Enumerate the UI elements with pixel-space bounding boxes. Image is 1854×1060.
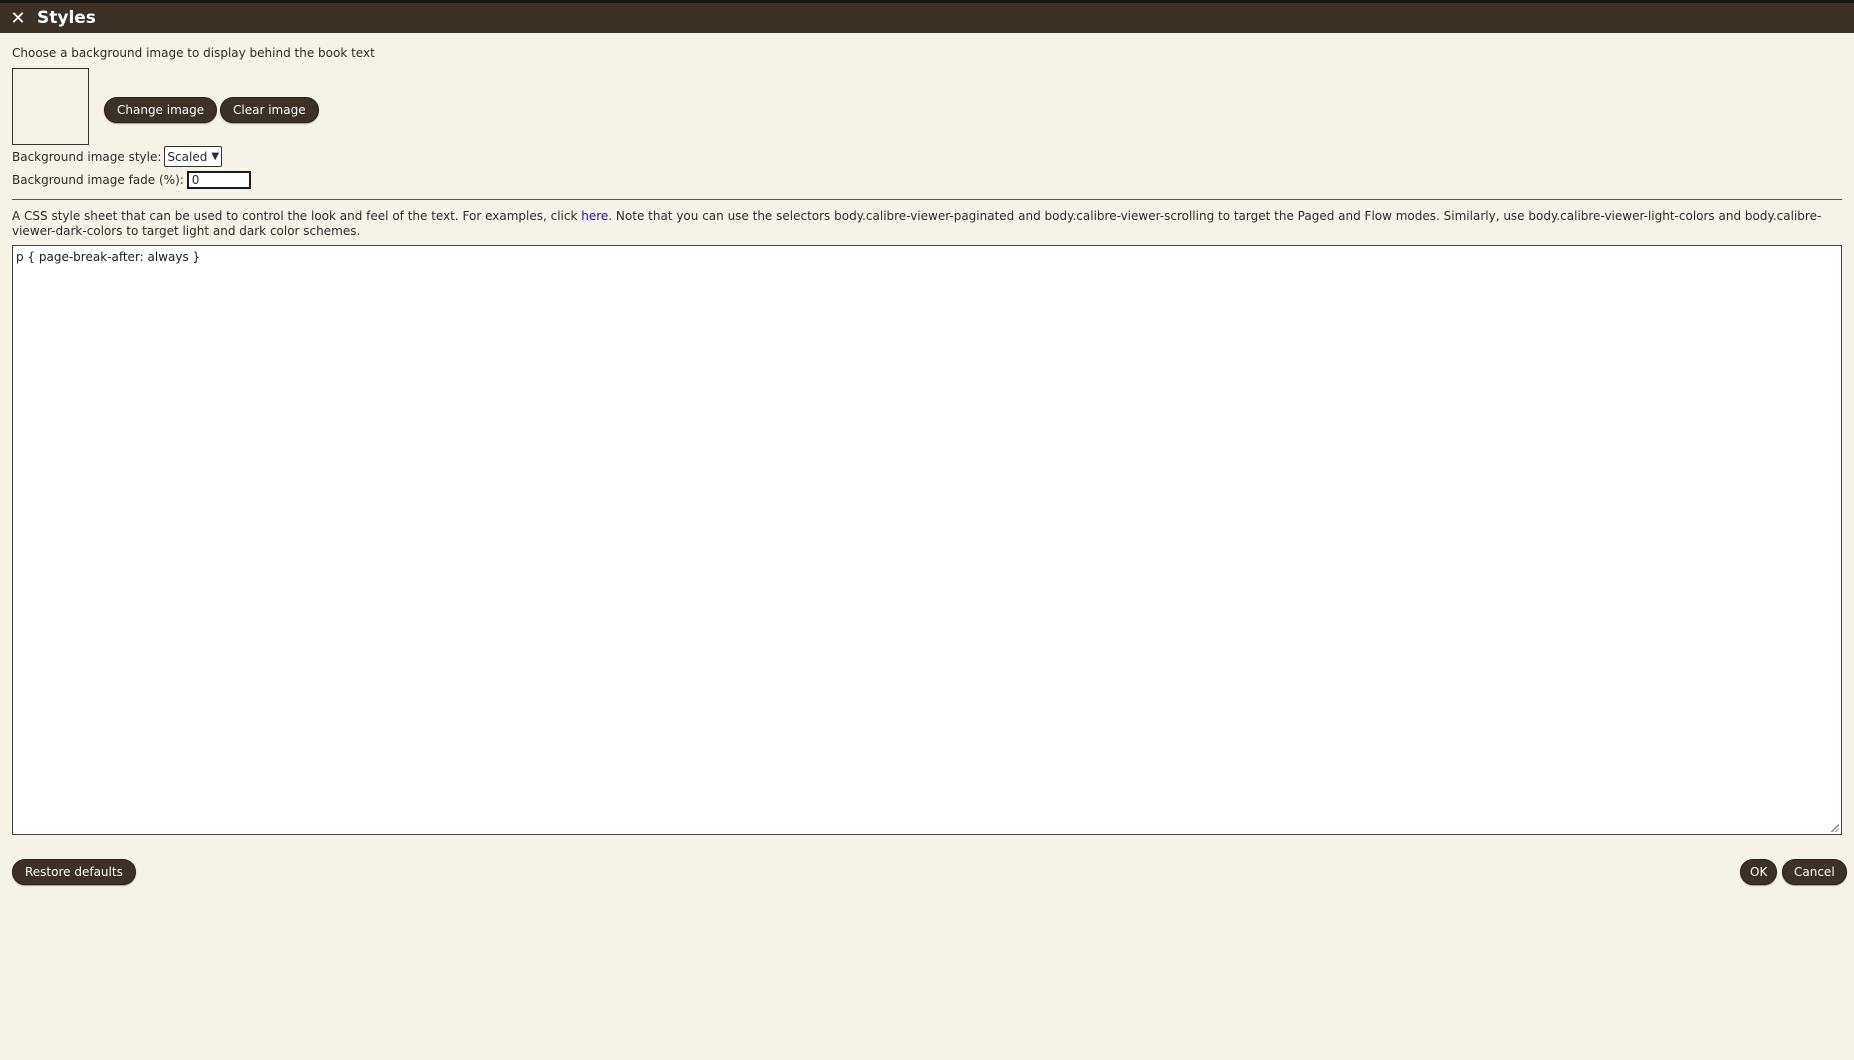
- change-image-button[interactable]: Change image: [104, 97, 218, 123]
- background-style-select[interactable]: Scaled ▼: [164, 146, 223, 167]
- resize-handle-icon[interactable]: [1830, 823, 1839, 832]
- clear-image-button[interactable]: Clear image: [220, 97, 319, 123]
- css-description: A CSS style sheet that can be used to co…: [12, 209, 1842, 239]
- background-fade-label: Background image fade (%):: [12, 173, 184, 187]
- background-image-preview: [12, 68, 89, 145]
- section-divider: [12, 199, 1842, 200]
- css-description-start: A CSS style sheet that can be used to co…: [12, 209, 582, 223]
- background-style-value: Scaled: [167, 149, 208, 164]
- css-content: p { page-break-after: always }: [16, 250, 201, 264]
- ok-button[interactable]: OK: [1740, 859, 1778, 885]
- background-style-label: Background image style:: [12, 149, 162, 164]
- title-bar: ✕ Styles: [0, 3, 1854, 33]
- chevron-down-icon: ▼: [211, 151, 220, 162]
- restore-defaults-button[interactable]: Restore defaults: [12, 859, 136, 885]
- dialog-title: Styles: [37, 8, 96, 28]
- background-fade-row: Background image fade (%): 0: [12, 171, 251, 189]
- cancel-button[interactable]: Cancel: [1782, 859, 1847, 885]
- background-image-intro: Choose a background image to display beh…: [12, 46, 375, 60]
- css-stylesheet-textarea[interactable]: p { page-break-after: always }: [12, 245, 1842, 835]
- examples-link[interactable]: here: [581, 209, 608, 223]
- background-style-row: Background image style: Scaled ▼: [12, 146, 223, 167]
- close-icon[interactable]: ✕: [8, 8, 28, 29]
- background-fade-input[interactable]: 0: [186, 171, 251, 189]
